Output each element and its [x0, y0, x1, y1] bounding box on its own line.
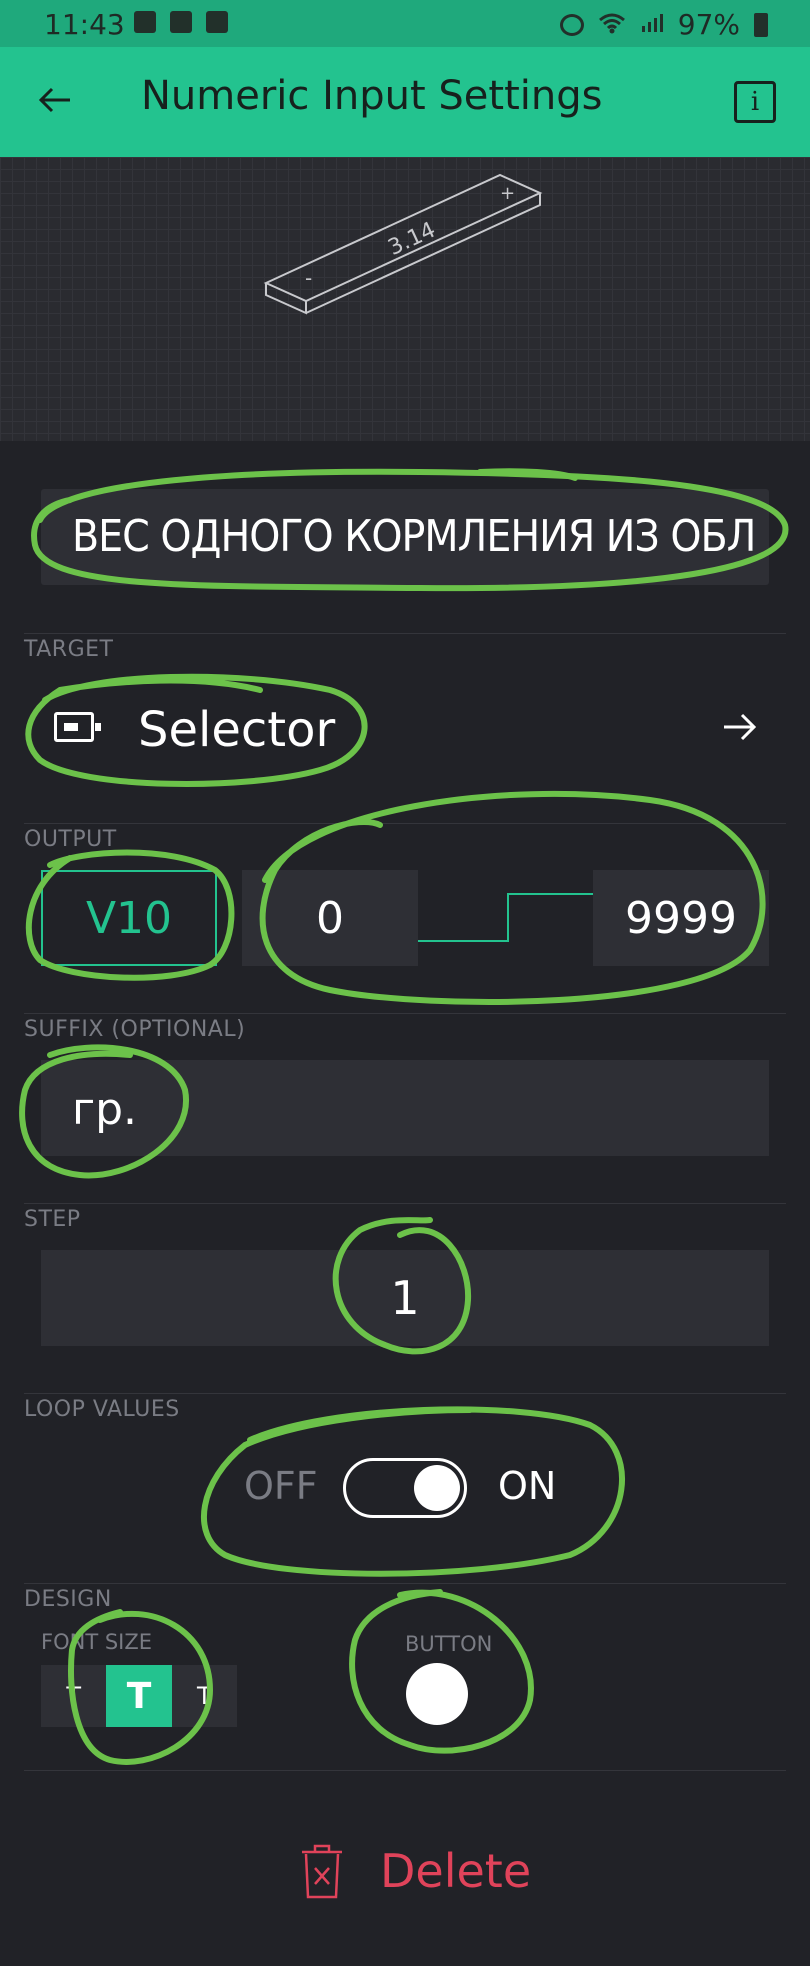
output-label: OUTPUT	[24, 827, 117, 852]
suffix-value: гр.	[72, 1084, 138, 1135]
step-field[interactable]: 1	[41, 1250, 769, 1346]
gallery-icon	[170, 11, 192, 33]
target-value: Selector	[138, 702, 336, 758]
loop-off-label: OFF	[244, 1464, 318, 1508]
font-size-small[interactable]: T	[41, 1665, 106, 1727]
max-value-field[interactable]: 9999	[593, 870, 769, 966]
toggle-knob	[414, 1465, 460, 1511]
suffix-field[interactable]: гр.	[41, 1060, 769, 1156]
notification-icons	[134, 11, 228, 33]
button-color-label: BUTTON	[405, 1632, 493, 1656]
widget-name-field[interactable]: ВЕС ОДНОГО КОРМЛЕНИЯ ИЗ ОБЛ	[41, 489, 769, 585]
min-value-field[interactable]: 0	[242, 870, 418, 966]
font-size-large[interactable]: T	[172, 1665, 237, 1727]
divider	[24, 823, 786, 824]
font-size-selector: T T T	[41, 1665, 237, 1727]
alarm-icon	[559, 13, 584, 36]
battery-icon	[754, 12, 768, 37]
preview-minus: -	[305, 266, 312, 290]
widget-name-value: ВЕС ОДНОГО КОРМЛЕНИЯ ИЗ ОБЛ	[72, 511, 756, 562]
target-selector[interactable]: Selector	[24, 670, 786, 786]
target-label: TARGET	[24, 637, 114, 662]
loop-on-label: ON	[498, 1464, 557, 1508]
divider	[24, 1393, 786, 1394]
divider	[24, 1013, 786, 1014]
design-label: DESIGN	[24, 1587, 112, 1612]
divider	[24, 1770, 786, 1771]
delete-label: Delete	[380, 1844, 532, 1898]
signal-icon	[640, 8, 664, 41]
delete-button[interactable]: Delete	[298, 1840, 558, 1906]
preview-plus: +	[500, 183, 515, 204]
arrow-right-icon	[722, 710, 758, 751]
weather-icon	[206, 11, 228, 33]
device-icon	[54, 712, 101, 742]
divider	[24, 1583, 786, 1584]
status-bar: 11:43 97%	[0, 0, 810, 47]
mail-icon	[134, 11, 156, 33]
back-arrow-icon	[38, 87, 70, 113]
wifi-icon	[598, 8, 626, 41]
page-title: Numeric Input Settings	[141, 73, 603, 119]
info-button[interactable]: i	[734, 81, 776, 123]
pin-selector[interactable]: V10	[41, 870, 217, 966]
button-color-picker[interactable]	[406, 1663, 468, 1725]
divider	[24, 1203, 786, 1204]
app-bar: Numeric Input Settings i	[0, 47, 810, 157]
range-indicator	[418, 893, 593, 942]
trash-icon	[302, 1844, 342, 1899]
suffix-label: SUFFIX (OPTIONAL)	[24, 1017, 246, 1042]
battery-percent: 97%	[677, 8, 740, 41]
loop-values-label: LOOP VALUES	[24, 1397, 180, 1422]
status-time: 11:43	[44, 8, 125, 41]
font-size-label: FONT SIZE	[41, 1630, 152, 1654]
loop-values-toggle[interactable]	[343, 1458, 467, 1518]
divider	[24, 633, 786, 634]
font-size-medium[interactable]: T	[106, 1665, 172, 1727]
step-label: STEP	[24, 1207, 81, 1232]
back-button[interactable]	[30, 75, 80, 125]
widget-preview: 3.14 - +	[0, 157, 810, 441]
annotation-circle	[477, 468, 578, 481]
loop-values-row: OFF ON	[0, 1440, 810, 1530]
status-right: 97%	[559, 8, 768, 41]
